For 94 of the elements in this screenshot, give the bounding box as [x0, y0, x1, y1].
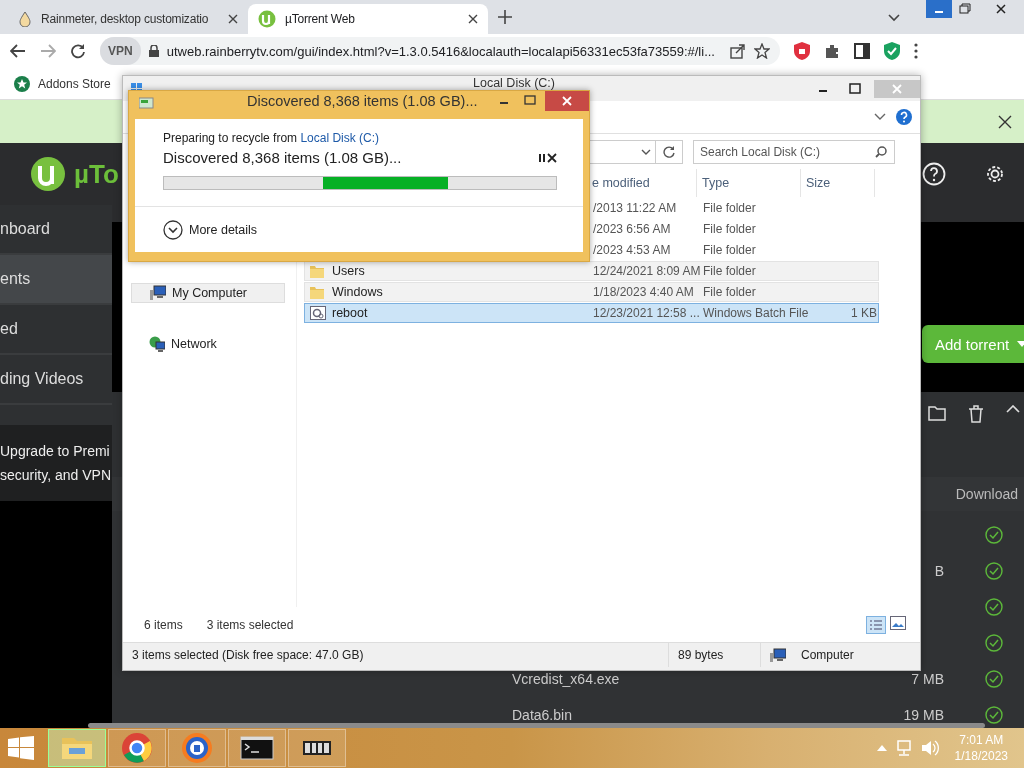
- torrent-name: Vcredist_x64.exe: [512, 671, 621, 687]
- logo-text: µTo: [74, 158, 119, 190]
- file-type: File folder: [703, 264, 756, 278]
- utorrent-logo-icon: [30, 156, 66, 192]
- help-icon[interactable]: [922, 162, 946, 186]
- search-icon: [875, 145, 887, 158]
- column-header[interactable]: Type: [702, 176, 730, 190]
- status-text: 89 bytes: [677, 648, 724, 662]
- modified-date: /2013 11:22 AM: [593, 201, 677, 215]
- modified-date: /2023 4:53 AM: [593, 243, 671, 257]
- progress-status: Discovered 8,368 items (1.08 GB)...: [163, 149, 403, 166]
- shield-icon[interactable]: [794, 42, 810, 60]
- close-icon[interactable]: [228, 14, 238, 24]
- pause-icon[interactable]: [537, 152, 547, 163]
- window-title: Local Disk (C:): [473, 76, 555, 90]
- close-icon[interactable]: [547, 152, 557, 163]
- source-link[interactable]: Local Disk (C:): [300, 131, 380, 145]
- torrent-size: 19 MB: [902, 707, 944, 723]
- network-icon: [149, 336, 165, 352]
- chrome-icon: [119, 730, 155, 766]
- details-view-icon[interactable]: [866, 615, 886, 634]
- caret-up-icon[interactable]: [1006, 405, 1020, 413]
- folder-icon[interactable]: [928, 405, 946, 421]
- modified-date: 12/24/2021 8:09 AM: [593, 264, 701, 278]
- promo-banner[interactable]: Upgrade to Premi security, and VPN: [0, 425, 112, 501]
- utorrent-logo-icon: [258, 10, 276, 28]
- more-details-button[interactable]: More details: [135, 207, 286, 253]
- torrent-size: 7 MB: [910, 671, 944, 687]
- column-header: Download: [955, 486, 1018, 502]
- caret-down-icon[interactable]: [874, 113, 886, 121]
- back-icon[interactable]: [10, 44, 26, 58]
- file-row[interactable]: Users 12/24/2021 8:09 AM File folder: [304, 261, 879, 281]
- file-size: 1 KB: [851, 306, 877, 320]
- search-field[interactable]: Search Local Disk (C:): [693, 139, 895, 164]
- folder-icon: [310, 264, 326, 278]
- folder-icon: [310, 285, 326, 299]
- side-panel-icon[interactable]: [854, 43, 870, 59]
- file-type: File folder: [703, 201, 756, 215]
- item-count: 6 items: [144, 617, 183, 632]
- star-badge-icon: [14, 75, 30, 92]
- computer-icon: [770, 648, 786, 662]
- url-text[interactable]: utweb.rainberrytv.com/gui/index.html?v=1.3.0.5416&localauth=localapi56331ec53fa73559:#/li...: [166, 43, 722, 59]
- preview-view-icon[interactable]: [890, 615, 906, 630]
- browser-tab[interactable]: µTorrent Web: [248, 4, 488, 34]
- puzzle-icon[interactable]: [824, 43, 840, 59]
- share-icon[interactable]: [730, 43, 746, 59]
- status-text: 3 items selected (Disk free space: 47.0 GB): [131, 648, 364, 662]
- refresh-icon[interactable]: [663, 145, 675, 158]
- sidebar-item[interactable]: ents: [0, 255, 112, 305]
- status-text: Computer: [800, 648, 854, 662]
- file-type: File folder: [703, 222, 756, 236]
- file-type: File folder: [703, 285, 756, 299]
- trash-icon[interactable]: [968, 405, 984, 423]
- scrollbar[interactable]: [88, 723, 985, 728]
- browser-icon: [179, 730, 215, 766]
- start-icon[interactable]: [8, 736, 34, 760]
- reload-icon[interactable]: [70, 43, 86, 59]
- column-header[interactable]: Size: [806, 176, 831, 190]
- file-type: Windows Batch File: [703, 306, 809, 320]
- menu-icon[interactable]: [914, 43, 918, 59]
- star-icon[interactable]: [754, 43, 770, 59]
- vpn-badge[interactable]: VPN: [100, 37, 141, 65]
- nav-item[interactable]: My Computer: [131, 283, 285, 303]
- file-row[interactable]: Windows 1/18/2023 4:40 AM File folder: [304, 282, 879, 302]
- lock-icon: [148, 45, 159, 57]
- file-type: File folder: [703, 243, 756, 257]
- browser-tab[interactable]: Rainmeter, desktop customizatio: [8, 4, 248, 34]
- column-header[interactable]: e modified: [592, 176, 650, 190]
- bookmark[interactable]: Addons Store: [14, 75, 111, 92]
- settings-icon[interactable]: [984, 163, 1006, 185]
- shield-check-icon[interactable]: [884, 42, 900, 60]
- caret-down-icon[interactable]: [641, 148, 651, 155]
- source-text: Preparing to recycle from Local Disk (C:): [163, 131, 381, 145]
- selection-count: 3 items selected: [206, 617, 294, 632]
- batch-file-icon: [310, 306, 326, 320]
- caret-down-icon[interactable]: [888, 14, 900, 22]
- chevron-circle-icon: [163, 220, 183, 240]
- caret-down-icon: [1017, 341, 1024, 347]
- modified-date: /2023 6:56 AM: [593, 222, 671, 236]
- torrent-size: B: [933, 563, 944, 579]
- close-icon[interactable]: [468, 14, 478, 24]
- torrent-name: Data6.bin: [512, 707, 573, 723]
- modified-date: 12/23/2021 12:58 ...: [593, 306, 700, 320]
- file-name: Windows: [332, 285, 383, 299]
- file-name: Users: [332, 264, 365, 278]
- dialog-title: Discovered 8,368 items (1.08 GB)...: [247, 93, 478, 109]
- drop-icon: [18, 11, 32, 27]
- close-icon[interactable]: [998, 114, 1012, 129]
- modified-date: 1/18/2023 4:40 AM: [593, 285, 694, 299]
- nav-item[interactable]: Network: [131, 334, 285, 354]
- computer-icon: [150, 285, 166, 301]
- new-tab-icon[interactable]: [498, 10, 512, 24]
- file-row[interactable]: reboot 12/23/2021 12:58 ... Windows Batch File 1 KB: [304, 303, 879, 323]
- file-name: reboot: [332, 306, 368, 320]
